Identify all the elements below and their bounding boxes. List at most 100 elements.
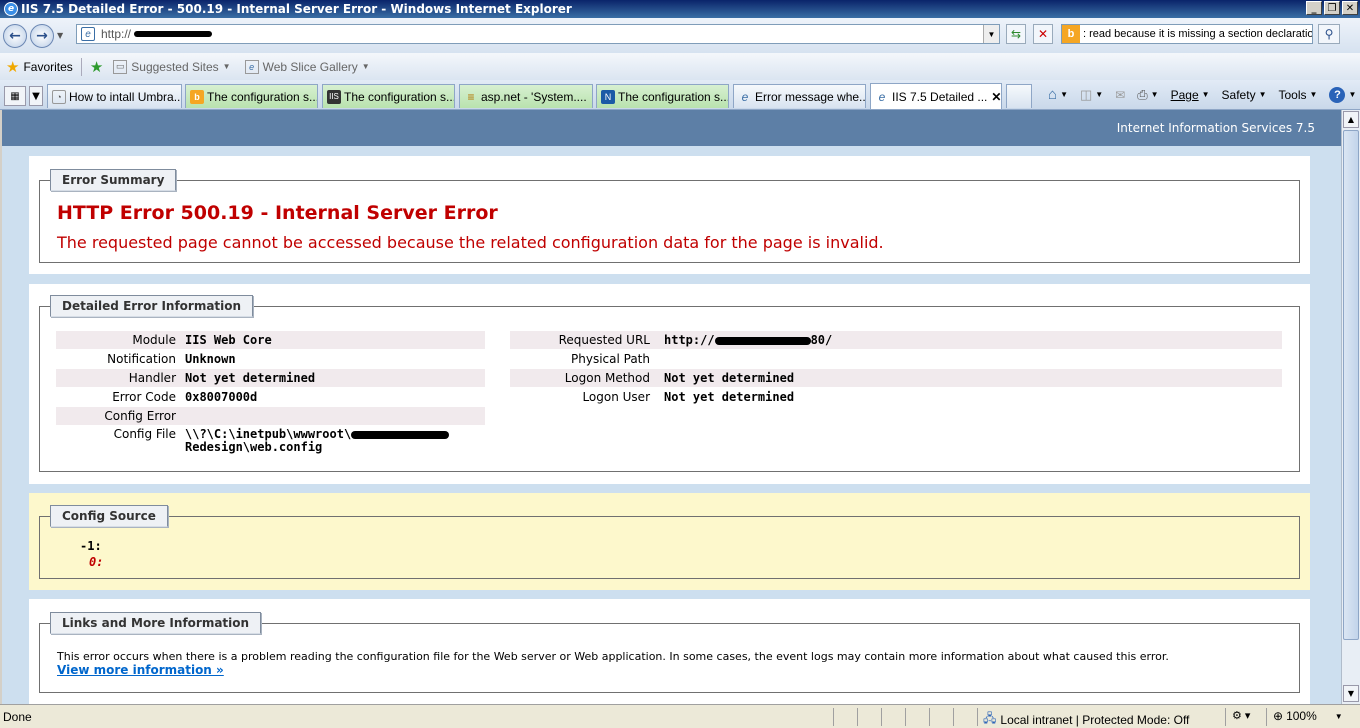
help-icon: ? — [1329, 86, 1346, 103]
chevron-down-icon: ▼ — [222, 62, 231, 71]
ie-logo-icon: e — [4, 2, 18, 16]
window-title: IIS 7.5 Detailed Error - 500.19 - Intern… — [21, 2, 572, 16]
links-legend: Links and More Information — [50, 612, 262, 634]
scroll-down-icon[interactable]: ▼ — [1343, 685, 1359, 702]
chevron-down-icon: ▼ — [361, 62, 370, 71]
new-tab-button[interactable] — [1006, 84, 1032, 108]
config-source-legend: Config Source — [50, 505, 168, 527]
tools-menu[interactable]: Tools ▼ — [1279, 88, 1318, 102]
links-box: Links and More Information This error oc… — [39, 612, 1300, 693]
read-mail-button[interactable]: ✉ — [1115, 88, 1125, 102]
config-source-line-1: -1: — [80, 539, 102, 553]
restore-button[interactable]: ❐ — [1324, 1, 1340, 15]
redacted-path — [351, 430, 450, 439]
quick-tabs-icon[interactable]: ▦ — [4, 86, 26, 106]
tab-aspnet[interactable]: ≡ asp.net - 'System.... — [459, 84, 593, 108]
home-icon: ⌂ — [1048, 86, 1058, 103]
chevron-down-icon: ▼ — [1334, 711, 1343, 721]
tab-configuration-2[interactable]: IIS The configuration s... — [322, 84, 455, 108]
home-button[interactable]: ⌂ ▼ — [1048, 86, 1068, 103]
page-icon: e — [81, 27, 95, 41]
suggested-sites-link[interactable]: ▭ Suggested Sites ▼ — [113, 59, 231, 74]
close-window-button[interactable]: ✕ — [1342, 1, 1358, 15]
view-more-information-link[interactable]: View more information » — [57, 663, 224, 677]
command-bar: ⌂ ▼ ◫ ▼ ✉ ⎙ ▼ Page ▼ Safety ▼ Tools ▼ ? ▼ — [1040, 86, 1356, 103]
tab-iis-detailed-error[interactable]: e IIS 7.5 Detailed ... ✕ — [870, 83, 1002, 109]
tab-error-message[interactable]: e Error message whe... — [733, 84, 866, 108]
detail-row-requested-url: Requested URL http://80/ — [510, 331, 1282, 349]
stop-icon[interactable]: ✕ — [1033, 24, 1053, 44]
search-input[interactable]: b : read because it is missing a section… — [1061, 24, 1313, 44]
tab-umbraco[interactable]: ◔ How to intall Umbra... — [47, 84, 182, 108]
links-description: This error occurs when there is a proble… — [57, 650, 1169, 663]
zoom-level[interactable]: ⊕ 100% ▼ — [1273, 709, 1343, 723]
zoom-icon: ⊕ — [1273, 709, 1284, 723]
web-slice-gallery-label: Web Slice Gallery — [262, 59, 358, 74]
close-tab-icon[interactable]: ✕ — [991, 90, 1001, 104]
status-divider — [953, 708, 954, 726]
tab-list-dropdown[interactable]: ▼ — [29, 86, 43, 106]
security-zone[interactable]: 🖧 Local intranet | Protected Mode: Off — [983, 709, 1189, 728]
error-subtitle: The requested page cannot be accessed be… — [57, 233, 884, 252]
config-source-panel: Config Source -1: 0: — [29, 493, 1310, 590]
favorites-bar: ★ Favorites ★ ▭ Suggested Sites ▼ e Web … — [0, 53, 1360, 80]
feeds-button[interactable]: ◫ ▼ — [1080, 87, 1103, 103]
address-input[interactable]: e http:// ▼ — [76, 24, 1000, 44]
detail-row-notification: Notification Unknown — [107, 352, 236, 366]
web-page-icon: ▭ — [113, 59, 128, 74]
add-favorite-icon[interactable]: ★ — [90, 58, 107, 76]
error-title: HTTP Error 500.19 - Internal Server Erro… — [57, 202, 498, 224]
back-button[interactable]: ← — [3, 23, 27, 48]
iis-header-title: Internet Information Services 7.5 — [1116, 121, 1315, 135]
mail-icon: ✉ — [1115, 87, 1126, 102]
detail-row-module: Module IIS Web Core — [56, 331, 485, 349]
status-divider — [977, 708, 978, 726]
protected-mode-icon[interactable]: ⚙ ▾ — [1232, 709, 1250, 722]
page-menu[interactable]: Page ▼ — [1171, 88, 1210, 102]
detail-row-config-file: Config File \\?\C:\inetpub\wwwroot\ Rede… — [56, 426, 485, 456]
bing-icon: b — [190, 89, 204, 104]
error-summary-box: Error Summary HTTP Error 500.19 - Intern… — [39, 169, 1300, 263]
vertical-scrollbar[interactable]: ▲ ▼ — [1341, 110, 1360, 704]
redacted-hostname — [134, 31, 213, 37]
search-icon[interactable]: ⚲ — [1318, 24, 1340, 44]
status-text: Done — [3, 710, 32, 724]
aspnet-icon: N — [601, 89, 615, 104]
forward-button[interactable]: → — [30, 23, 54, 48]
status-divider — [833, 708, 834, 726]
print-button[interactable]: ⎙ ▼ — [1137, 87, 1158, 103]
status-divider — [1266, 708, 1267, 726]
iis-icon: IIS — [327, 89, 341, 104]
favorites-label: Favorites — [23, 59, 73, 74]
status-bar: Done 🖧 Local intranet | Protected Mode: … — [0, 704, 1360, 728]
address-url: http:// — [101, 27, 132, 41]
recent-pages-dropdown[interactable]: ▼ — [57, 31, 63, 40]
safety-menu[interactable]: Safety ▼ — [1222, 88, 1267, 102]
intranet-icon: 🖧 — [983, 711, 997, 725]
status-divider — [905, 708, 906, 726]
minimize-button[interactable]: _ — [1306, 1, 1322, 15]
web-slice-gallery-link[interactable]: e Web Slice Gallery ▼ — [244, 59, 370, 74]
compatibility-view-icon[interactable]: ⇆ — [1006, 24, 1026, 44]
address-dropdown[interactable]: ▼ — [983, 25, 999, 43]
rss-icon: ◫ — [1079, 86, 1093, 102]
detail-row-error-code: Error Code 0x8007000d — [112, 390, 258, 404]
page-viewport: Internet Information Services 7.5 Error … — [2, 110, 1341, 704]
detail-row-logon-method: Logon Method Not yet determined — [510, 369, 1282, 387]
help-button[interactable]: ? ▼ — [1329, 86, 1356, 103]
stack-overflow-icon: ≡ — [467, 89, 475, 104]
tab-configuration-3[interactable]: N The configuration s... — [596, 84, 729, 108]
favorites-button[interactable]: ★ Favorites — [6, 58, 73, 76]
divider — [80, 57, 82, 76]
status-divider — [881, 708, 882, 726]
status-divider — [1225, 708, 1226, 726]
scrollbar-thumb[interactable] — [1343, 130, 1359, 640]
address-toolbar: ← → ▼ e http:// ▼ ⇆ ✕ b : read because i… — [0, 18, 1360, 53]
globe-icon: ◔ — [52, 89, 66, 104]
tab-configuration-1[interactable]: b The configuration s... — [185, 84, 318, 108]
tab-bar: ▦ ▼ ◔ How to intall Umbra... b The confi… — [0, 80, 1360, 110]
printer-icon: ⎙ — [1137, 86, 1148, 102]
ie-page-icon: e — [244, 59, 259, 74]
ie-page-icon: e — [741, 89, 749, 104]
scroll-up-icon[interactable]: ▲ — [1343, 111, 1359, 128]
